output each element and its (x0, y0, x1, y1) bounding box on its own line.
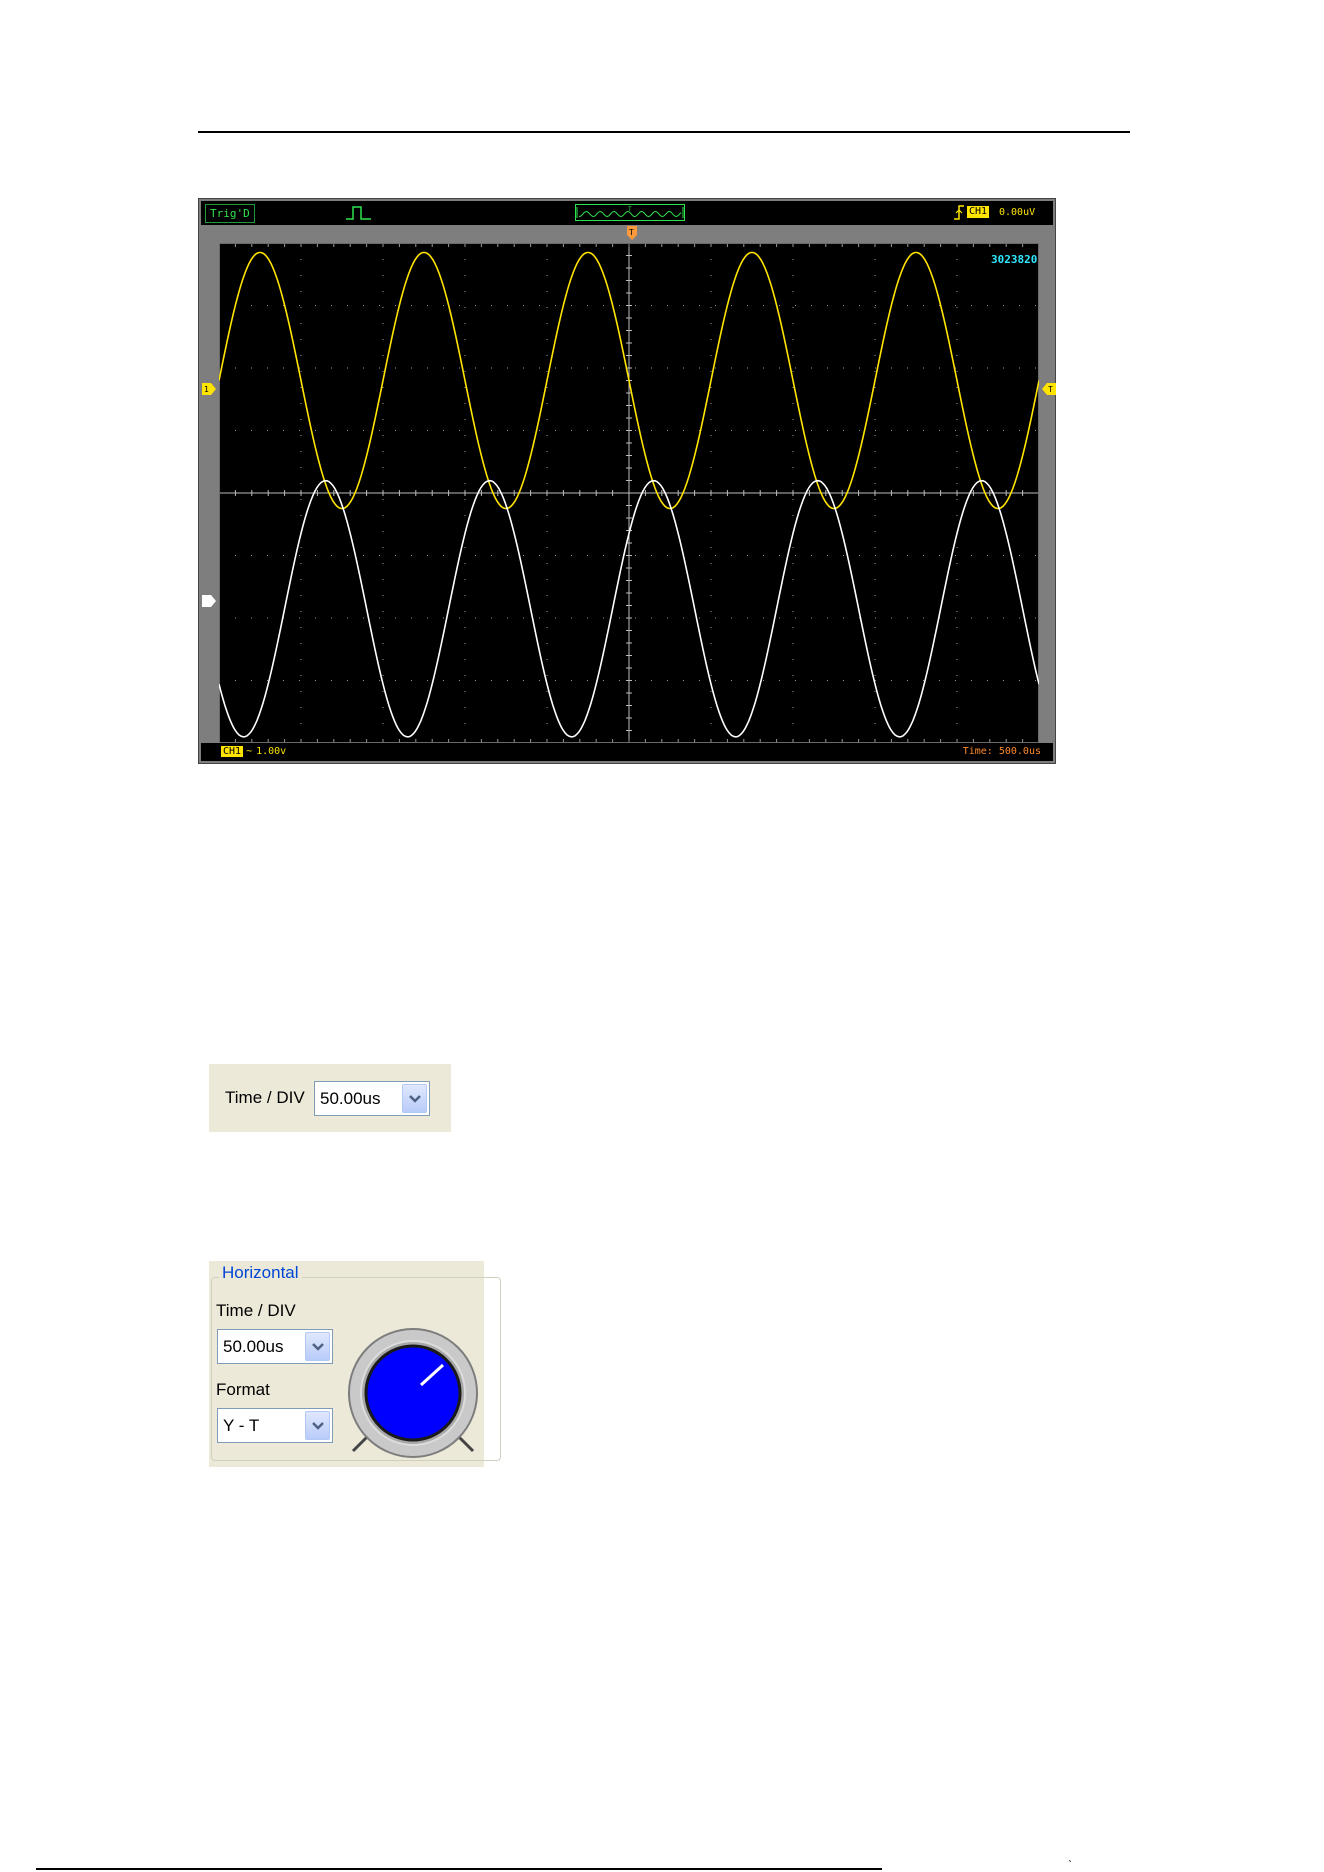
ch1-offset-label: 1 (204, 385, 209, 394)
format-select[interactable]: Y - T (217, 1408, 333, 1443)
ch1-badge: CH1 (221, 746, 244, 757)
dropdown-button[interactable] (402, 1084, 427, 1113)
timediv-select-value: 50.00us (320, 1089, 381, 1108)
rising-edge-icon (954, 205, 964, 220)
format-label: Format (216, 1380, 270, 1399)
trigger-status: Trig'D (205, 204, 255, 223)
timediv-label: Time / DIV (216, 1301, 296, 1320)
footer-rule (36, 1868, 882, 1870)
header-rule (198, 131, 1130, 133)
ch1-status[interactable]: CH1 ~1.00v (221, 745, 286, 759)
dropdown-button[interactable] (305, 1411, 330, 1440)
scope-status-bar-bottom: CH1 ~1.00v Time: 500.0us (201, 743, 1053, 761)
timediv-select-value: 50.00us (223, 1337, 284, 1356)
ch1-offset-marker[interactable]: 1 (202, 383, 216, 395)
trigger-level-marker[interactable]: T (1042, 383, 1056, 395)
pulse-trigger-icon (346, 206, 371, 220)
timediv-select[interactable]: 50.00us (314, 1081, 430, 1116)
trigger-info: CH1 0.00uV (953, 204, 1049, 221)
timediv-label: Time / DIV (225, 1088, 305, 1107)
reference-offset-marker[interactable] (202, 595, 216, 607)
trigger-level: 0.00uV (999, 207, 1036, 218)
memory-waveform-icon: T (576, 206, 684, 218)
trigger-position-label: T (629, 228, 634, 237)
waveform-screen[interactable] (218, 242, 1040, 744)
timebase-knob[interactable] (347, 1327, 479, 1459)
horizontal-group: Horizontal Time / DIV 50.00us Format Y -… (209, 1261, 501, 1467)
horizontal-group-title: Horizontal (219, 1263, 302, 1283)
timediv-select[interactable]: 50.00us (217, 1329, 333, 1364)
timediv-toolbar: Time / DIV 50.00us (209, 1064, 451, 1132)
chevron-down-icon (409, 1095, 421, 1103)
trigger-level-label: T (1048, 385, 1053, 394)
frequency-counter: 3023820 (991, 253, 1038, 266)
time-base-readout: Time: 500.0us (962, 746, 1041, 757)
trigger-source-badge: CH1 (967, 206, 990, 218)
svg-text:T: T (628, 206, 632, 213)
oscilloscope-window: Trig'D T CH1 0.00uV T 1 T 3023820 CH1 ~ … (198, 198, 1056, 764)
scope-status-bar-top: Trig'D T CH1 0.00uV (201, 201, 1053, 225)
memory-position-bar[interactable]: T (575, 204, 685, 221)
ch1-volts-div: 1.00v (256, 746, 287, 757)
chevron-down-icon (312, 1343, 324, 1351)
graticule (218, 242, 1040, 744)
chevron-down-icon (312, 1422, 324, 1430)
trigger-position-marker[interactable]: T (627, 226, 637, 240)
footer-mark: ˋ (1068, 1858, 1072, 1872)
ac-coupling-icon: ~ (246, 746, 253, 757)
format-select-value: Y - T (223, 1416, 260, 1435)
dropdown-button[interactable] (305, 1332, 330, 1361)
